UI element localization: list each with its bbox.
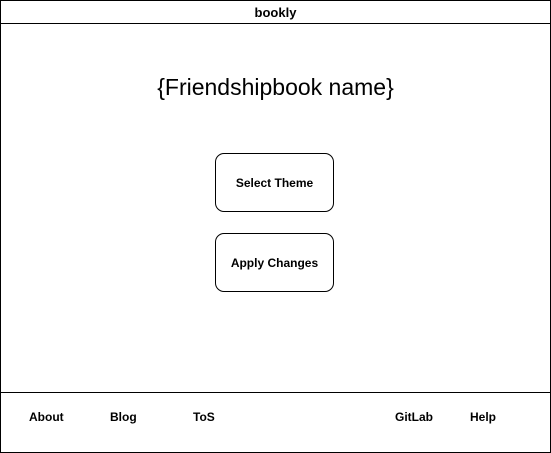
apply-changes-button[interactable]: Apply Changes (215, 233, 334, 292)
app-title: bookly (1, 1, 550, 24)
footer: About Blog ToS GitLab Help (1, 392, 550, 453)
select-theme-label: Select Theme (235, 175, 314, 190)
footer-link-gitlab[interactable]: GitLab (395, 409, 433, 425)
select-theme-button[interactable]: Select Theme (215, 153, 334, 212)
footer-link-about[interactable]: About (29, 409, 64, 425)
footer-link-help[interactable]: Help (470, 409, 496, 425)
footer-link-tos[interactable]: ToS (193, 409, 215, 425)
apply-changes-label: Apply Changes (230, 255, 319, 270)
main-content: {Friendshipbook name} Select Theme Apply… (1, 24, 550, 392)
app-window: bookly {Friendshipbook name} Select Them… (0, 0, 551, 453)
footer-link-blog[interactable]: Blog (110, 409, 137, 425)
page-title: {Friendshipbook name} (157, 74, 394, 100)
